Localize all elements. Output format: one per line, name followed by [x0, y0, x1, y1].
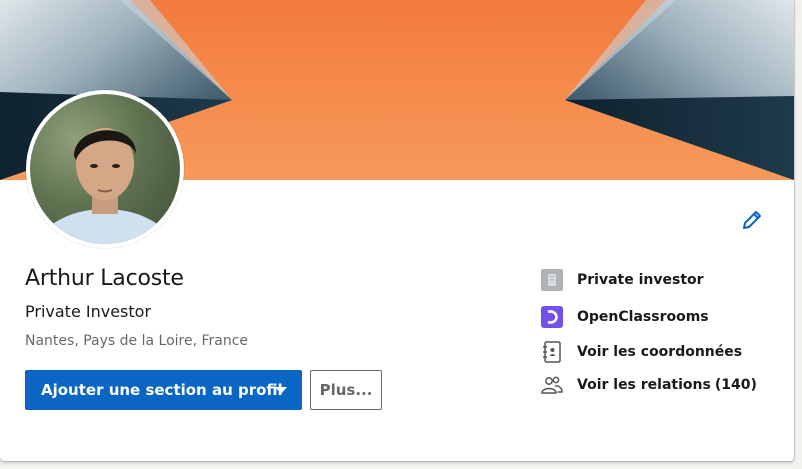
- edit-profile-button[interactable]: [740, 208, 764, 232]
- profile-avatar[interactable]: [26, 90, 184, 248]
- sidebar-item-contact-info[interactable]: Voir les coordonnées: [540, 340, 780, 364]
- profile-headline: Private Investor: [25, 302, 152, 321]
- sidebar-item-school[interactable]: OpenClassrooms: [540, 305, 780, 329]
- sidebar-item-label: Private investor: [577, 272, 704, 288]
- add-profile-section-button[interactable]: Ajouter une section au profil: [25, 370, 302, 410]
- people-icon: [540, 373, 564, 397]
- profile-location: Nantes, Pays de la Loire, France: [25, 333, 249, 349]
- profile-card: Arthur Lacoste Private Investor Nantes, …: [0, 0, 794, 461]
- sidebar-item-label: Voir les relations: [577, 377, 711, 393]
- sidebar-item-label: OpenClassrooms: [577, 309, 709, 325]
- add-profile-section-label: Ajouter une section au profil: [41, 381, 283, 399]
- building-icon: [540, 268, 564, 292]
- connections-count: (140): [714, 377, 757, 393]
- profile-name: Arthur Lacoste: [25, 266, 184, 291]
- more-button[interactable]: Plus...: [310, 370, 382, 410]
- sidebar-item-company[interactable]: Private investor: [540, 268, 780, 292]
- sidebar-item-label: Voir les coordonnées: [577, 344, 743, 360]
- openclassrooms-logo-icon: [540, 305, 564, 329]
- caret-down-icon: [275, 387, 287, 394]
- pencil-icon: [743, 211, 761, 229]
- avatar-photo: [30, 94, 180, 244]
- sidebar-item-connections[interactable]: Voir les relations (140): [540, 373, 780, 397]
- contact-book-icon: [540, 340, 564, 364]
